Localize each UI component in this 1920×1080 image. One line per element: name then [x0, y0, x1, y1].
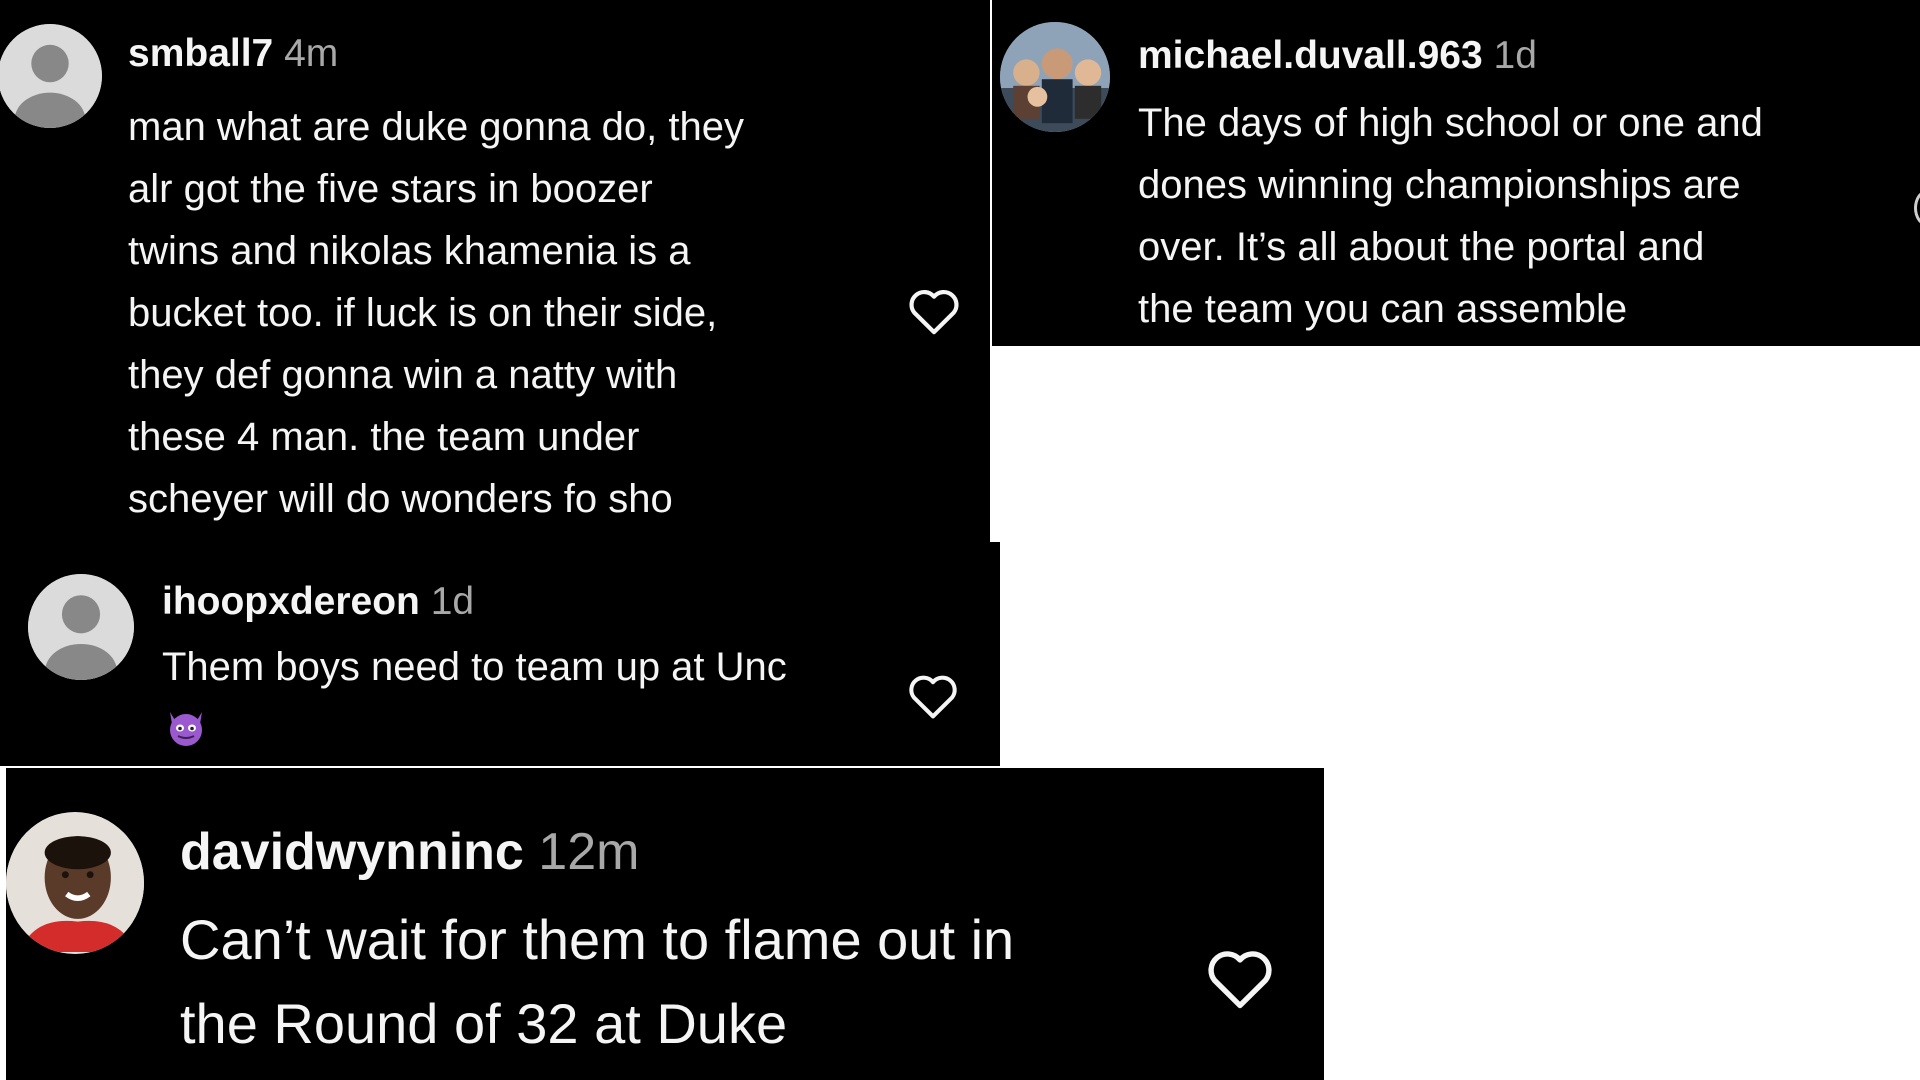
timestamp: 1d — [430, 580, 475, 623]
username[interactable]: smball7 — [128, 32, 273, 75]
comment-line: the Round of 32 at Duke — [180, 992, 788, 1055]
username[interactable]: michael.duvall.963 — [1138, 34, 1483, 77]
comment-smball7: smball7 4m man what are duke gonna do, t… — [0, 0, 990, 542]
comment-line: dones winning championships are — [1138, 163, 1741, 207]
heart-outline-icon[interactable] — [906, 284, 962, 336]
comment-header: smball7 4m — [128, 32, 338, 76]
comment-line: scheyer will do wonders fo sho — [128, 477, 673, 521]
default-avatar-icon[interactable] — [0, 24, 102, 128]
comment-davidwynninc: davidwynninc 12m Can’t wait for them to … — [6, 768, 1324, 1080]
comment-text: The days of high school or one and dones… — [1138, 92, 1763, 340]
comment-michael-duvall-963: michael.duvall.963 1d The days of high s… — [992, 0, 1920, 346]
profile-photo-avatar[interactable] — [6, 812, 144, 954]
comment-line: the team you can assemble — [1138, 287, 1628, 331]
comment-line: man what are duke gonna do, they — [128, 105, 744, 149]
username[interactable]: davidwynninc — [180, 823, 524, 881]
default-avatar-icon[interactable] — [28, 574, 134, 680]
comment-text: man what are duke gonna do, they alr got… — [128, 96, 744, 530]
group-photo-avatar[interactable] — [1000, 22, 1110, 132]
comment-ihoopxdereon: ihoopxdereon 1d Them boys need to team u… — [0, 542, 1000, 766]
comment-header: ihoopxdereon 1d — [162, 580, 474, 624]
comment-text: Can’t wait for them to flame out in the … — [180, 898, 1014, 1066]
heart-outline-icon[interactable] — [906, 670, 960, 720]
comment-line: Them boys need to team up at Unc — [162, 645, 787, 689]
comment-line: these 4 man. the team under — [128, 415, 640, 459]
comment-line: The days of high school or one and — [1138, 101, 1763, 145]
comment-line: Can’t wait for them to flame out in — [180, 908, 1015, 971]
heart-outline-icon[interactable] — [1204, 944, 1276, 1010]
timestamp: 4m — [284, 32, 339, 75]
comment-text: Them boys need to team up at Unc 😈 — [162, 638, 787, 750]
comment-header: davidwynninc 12m — [180, 822, 639, 882]
devil-emoji: 😈 — [162, 702, 210, 750]
comment-line: bucket too. if luck is on their side, — [128, 291, 718, 335]
comment-line: twins and nikolas khamenia is a — [128, 229, 691, 273]
comment-line: they def gonna win a natty with — [128, 353, 678, 397]
comment-header: michael.duvall.963 1d — [1138, 34, 1537, 78]
comment-line: alr got the five stars in boozer — [128, 167, 653, 211]
comment-line: over. It’s all about the portal and — [1138, 225, 1705, 269]
heart-outline-icon[interactable] — [1914, 190, 1920, 226]
timestamp: 12m — [538, 823, 640, 881]
username[interactable]: ihoopxdereon — [162, 580, 420, 623]
timestamp: 1d — [1493, 34, 1537, 77]
